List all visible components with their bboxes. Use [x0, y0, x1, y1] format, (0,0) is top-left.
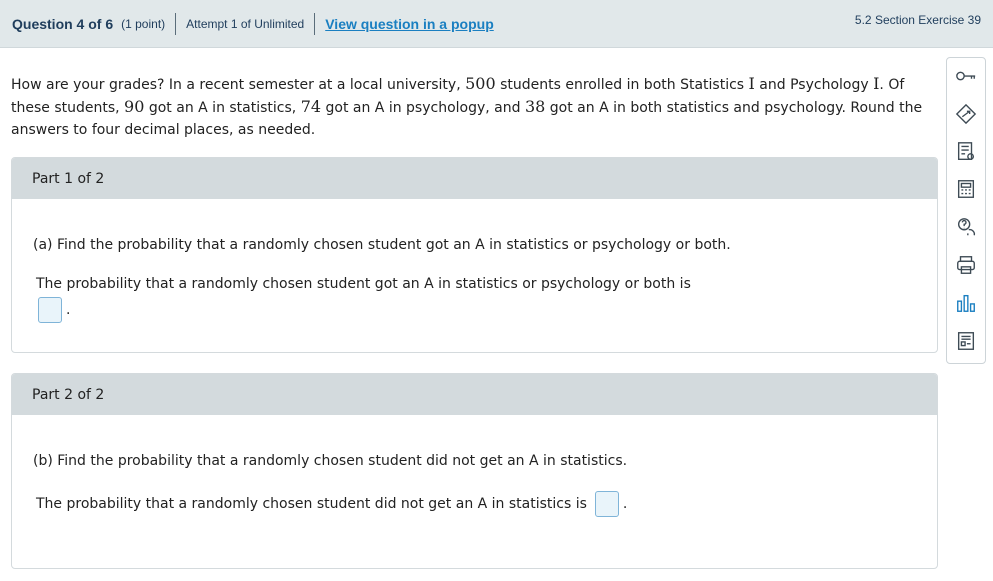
question-label: Question 4 of 6	[12, 16, 114, 32]
part-2-answer-input[interactable]	[594, 491, 619, 517]
part-1-header: Part 1 of 2	[12, 158, 937, 199]
part-2-answer-text: The probability that a randomly chosen s…	[36, 496, 587, 512]
notes-icon[interactable]	[954, 139, 978, 163]
part-1-title: Part 1 of 2	[32, 170, 105, 187]
total-students: 500	[465, 74, 496, 93]
calculator-icon[interactable]	[954, 177, 978, 201]
question-text-part: How are your grades? In a recent semeste…	[11, 77, 466, 93]
hint-icon[interactable]	[954, 102, 978, 126]
question-text-part: and Psychology	[754, 77, 874, 93]
key-icon[interactable]	[954, 64, 978, 88]
part-1-period: .	[66, 302, 71, 318]
part-1-question: (a) Find the probability that a randomly…	[33, 237, 731, 253]
both-a-count: 38	[524, 97, 546, 116]
question-text-part: students enrolled in both Statistics	[495, 77, 749, 93]
part-2-answer-row: The probability that a randomly chosen s…	[36, 491, 627, 517]
part-1-answer-row: .	[38, 297, 70, 323]
question-text-part: got an A in statistics,	[144, 100, 301, 116]
part-2-period: .	[622, 496, 628, 512]
stats-a-count: 90	[124, 97, 145, 116]
stats-icon[interactable]	[954, 291, 978, 315]
part-2-question: (b) Find the probability that a randomly…	[33, 453, 628, 469]
header-divider	[314, 13, 316, 35]
section-exercise-label: 5.2 Section Exercise 39	[854, 13, 981, 27]
header-row: Question 4 of 6 (1 point) Attempt 1 of U…	[12, 13, 494, 35]
question-points: (1 point)	[121, 17, 166, 31]
part-1-answer-input[interactable]	[38, 297, 62, 323]
help-icon[interactable]	[954, 215, 978, 239]
data-icon[interactable]	[954, 329, 978, 353]
question-text-part: got an A in psychology, and	[321, 100, 525, 116]
print-icon[interactable]	[954, 253, 978, 277]
psych-a-count: 74	[300, 97, 322, 116]
tools-sidebar	[946, 57, 986, 364]
question-text: How are your grades? In a recent semeste…	[11, 73, 941, 141]
attempt-label: Attempt 1 of Unlimited	[186, 17, 305, 31]
header-divider	[175, 13, 177, 35]
part-2-title: Part 2 of 2	[32, 386, 105, 403]
part-2-header: Part 2 of 2	[12, 374, 937, 415]
view-popup-link[interactable]: View question in a popup	[325, 16, 494, 32]
part-1-panel: Part 1 of 2 (a) Find the probability tha…	[11, 157, 938, 353]
part-1-answer-text: The probability that a randomly chosen s…	[36, 276, 691, 292]
question-header: Question 4 of 6 (1 point) Attempt 1 of U…	[0, 0, 993, 48]
part-2-panel: Part 2 of 2 (b) Find the probability tha…	[11, 373, 938, 569]
